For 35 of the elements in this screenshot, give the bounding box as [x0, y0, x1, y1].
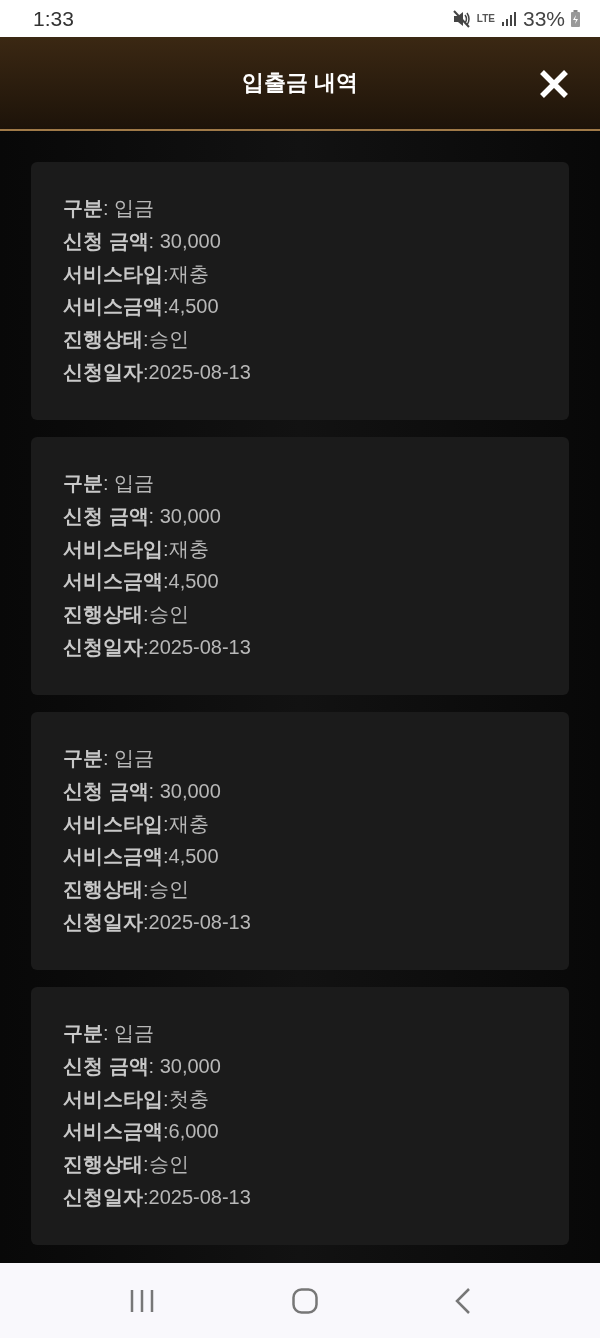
record-field: 신청일자:2025-08-13 — [63, 631, 537, 664]
record-field: 신청 금액: 30,000 — [63, 224, 537, 258]
record-field: 신청일자:2025-08-13 — [63, 356, 537, 389]
record-field: 진행상태:승인 — [63, 1148, 537, 1181]
close-button[interactable] — [538, 68, 570, 100]
battery-percent: 33% — [522, 6, 565, 31]
record-field: 구분: 입금 — [63, 1017, 537, 1050]
record-field: 진행상태:승인 — [63, 323, 537, 356]
signal-icon — [500, 10, 517, 27]
record-field: 서비스타입:첫충 — [63, 1082, 537, 1116]
battery-icon — [571, 10, 580, 27]
record-field: 구분: 입금 — [63, 467, 537, 500]
record-field: 서비스금액:4,500 — [63, 565, 537, 599]
record-field: 신청일자:2025-08-13 — [63, 906, 537, 939]
recent-apps-button[interactable] — [128, 1288, 155, 1313]
record-field: 신청 금액: 30,000 — [63, 499, 537, 533]
record-field: 진행상태:승인 — [63, 873, 537, 906]
record-field: 서비스타입:재충 — [63, 532, 537, 566]
page-title: 입출금 내역 — [241, 69, 359, 97]
record-field: 구분: 입금 — [63, 192, 537, 225]
record-field: 신청 금액: 30,000 — [63, 1049, 537, 1083]
home-button[interactable] — [292, 1287, 318, 1314]
record-field: 구분: 입금 — [63, 742, 537, 775]
record-field: 서비스타입:재충 — [63, 257, 537, 291]
record-field: 신청일자:2025-08-13 — [63, 1181, 537, 1214]
record-field: 진행상태:승인 — [63, 598, 537, 631]
record-field: 서비스금액:6,000 — [63, 1115, 537, 1149]
record-field: 신청 금액: 30,000 — [63, 774, 537, 808]
record-field: 서비스금액:4,500 — [63, 290, 537, 324]
record-field: 서비스금액:4,500 — [63, 840, 537, 874]
status-time: 1:33 — [33, 6, 74, 31]
network-type: LTE — [476, 13, 495, 24]
back-button[interactable] — [455, 1287, 472, 1314]
mute-icon — [452, 9, 471, 28]
record-field: 서비스타입:재충 — [63, 807, 537, 841]
